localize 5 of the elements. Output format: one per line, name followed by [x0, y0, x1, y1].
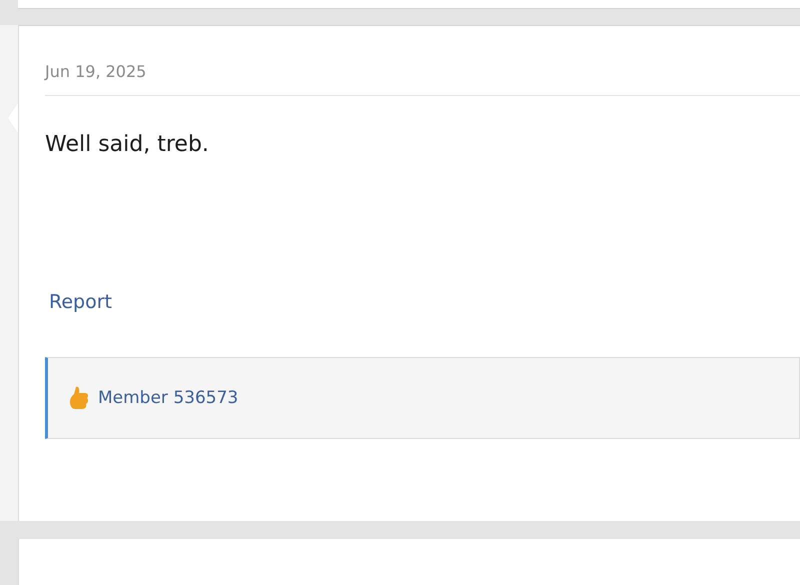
member-link[interactable]: Member 536573 [98, 388, 238, 408]
thumbs-up-icon [68, 385, 90, 411]
post-date: Jun 19, 2025 [45, 26, 800, 96]
report-link[interactable]: Report [49, 291, 112, 313]
post-message: Well said, treb. [45, 132, 210, 157]
